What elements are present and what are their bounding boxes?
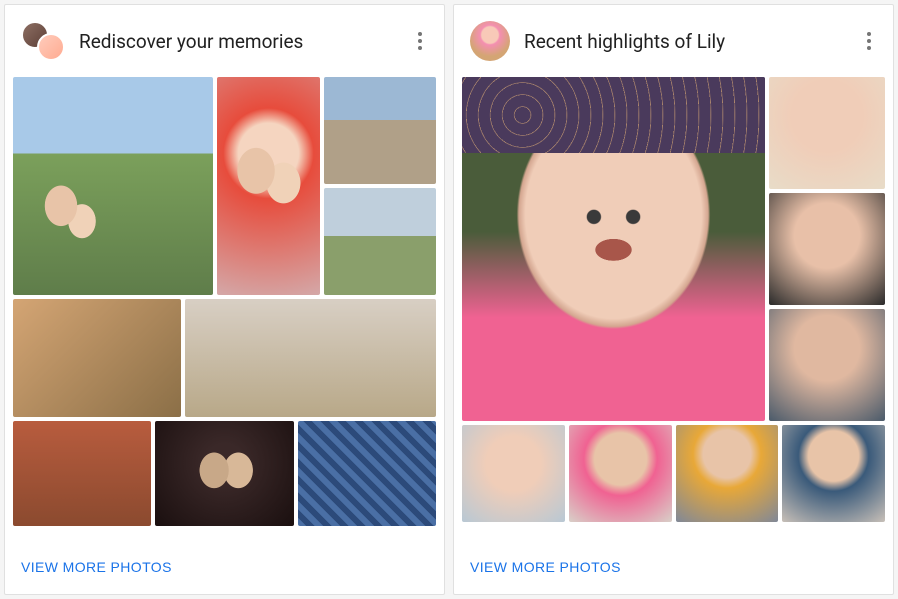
photo-thumbnail[interactable] (155, 421, 293, 526)
photo-thumbnail[interactable] (569, 425, 672, 522)
view-more-button[interactable]: VIEW MORE PHOTOS (470, 559, 621, 575)
photo-thumbnail[interactable] (298, 421, 436, 526)
photo-thumbnail[interactable] (769, 77, 885, 189)
card-header: Rediscover your memories (5, 5, 444, 77)
photo-thumbnail[interactable] (217, 77, 320, 295)
photo-thumbnail[interactable] (782, 425, 885, 522)
photo-grid (454, 77, 893, 539)
view-more-button[interactable]: VIEW MORE PHOTOS (21, 559, 172, 575)
card-title: Recent highlights of Lily (524, 30, 843, 53)
photo-thumbnail[interactable] (769, 309, 885, 421)
photo-grid (5, 77, 444, 539)
card-footer: VIEW MORE PHOTOS (5, 539, 444, 594)
card-header: Recent highlights of Lily (454, 5, 893, 77)
photo-thumbnail[interactable] (676, 425, 779, 522)
photo-thumbnail[interactable] (462, 425, 565, 522)
card-footer: VIEW MORE PHOTOS (454, 539, 893, 594)
photo-thumbnail[interactable] (13, 299, 181, 417)
photo-thumbnail[interactable] (324, 77, 436, 184)
photo-thumbnail[interactable] (769, 193, 885, 305)
photo-thumbnail[interactable] (324, 188, 436, 295)
memory-card-rediscover: Rediscover your memories VIEW MORE PHOTO (4, 4, 445, 595)
more-vert-icon[interactable] (408, 29, 432, 53)
avatar-stack[interactable] (21, 21, 65, 61)
photo-thumbnail[interactable] (13, 421, 151, 526)
more-vert-icon[interactable] (857, 29, 881, 53)
avatar[interactable] (470, 21, 510, 61)
photo-thumbnail[interactable] (462, 77, 765, 421)
photo-thumbnail[interactable] (185, 299, 436, 417)
photo-thumbnail[interactable] (13, 77, 213, 295)
card-title: Rediscover your memories (79, 30, 394, 53)
avatar (37, 33, 65, 61)
memory-card-highlights: Recent highlights of Lily VIEW MORE PHOT… (453, 4, 894, 595)
